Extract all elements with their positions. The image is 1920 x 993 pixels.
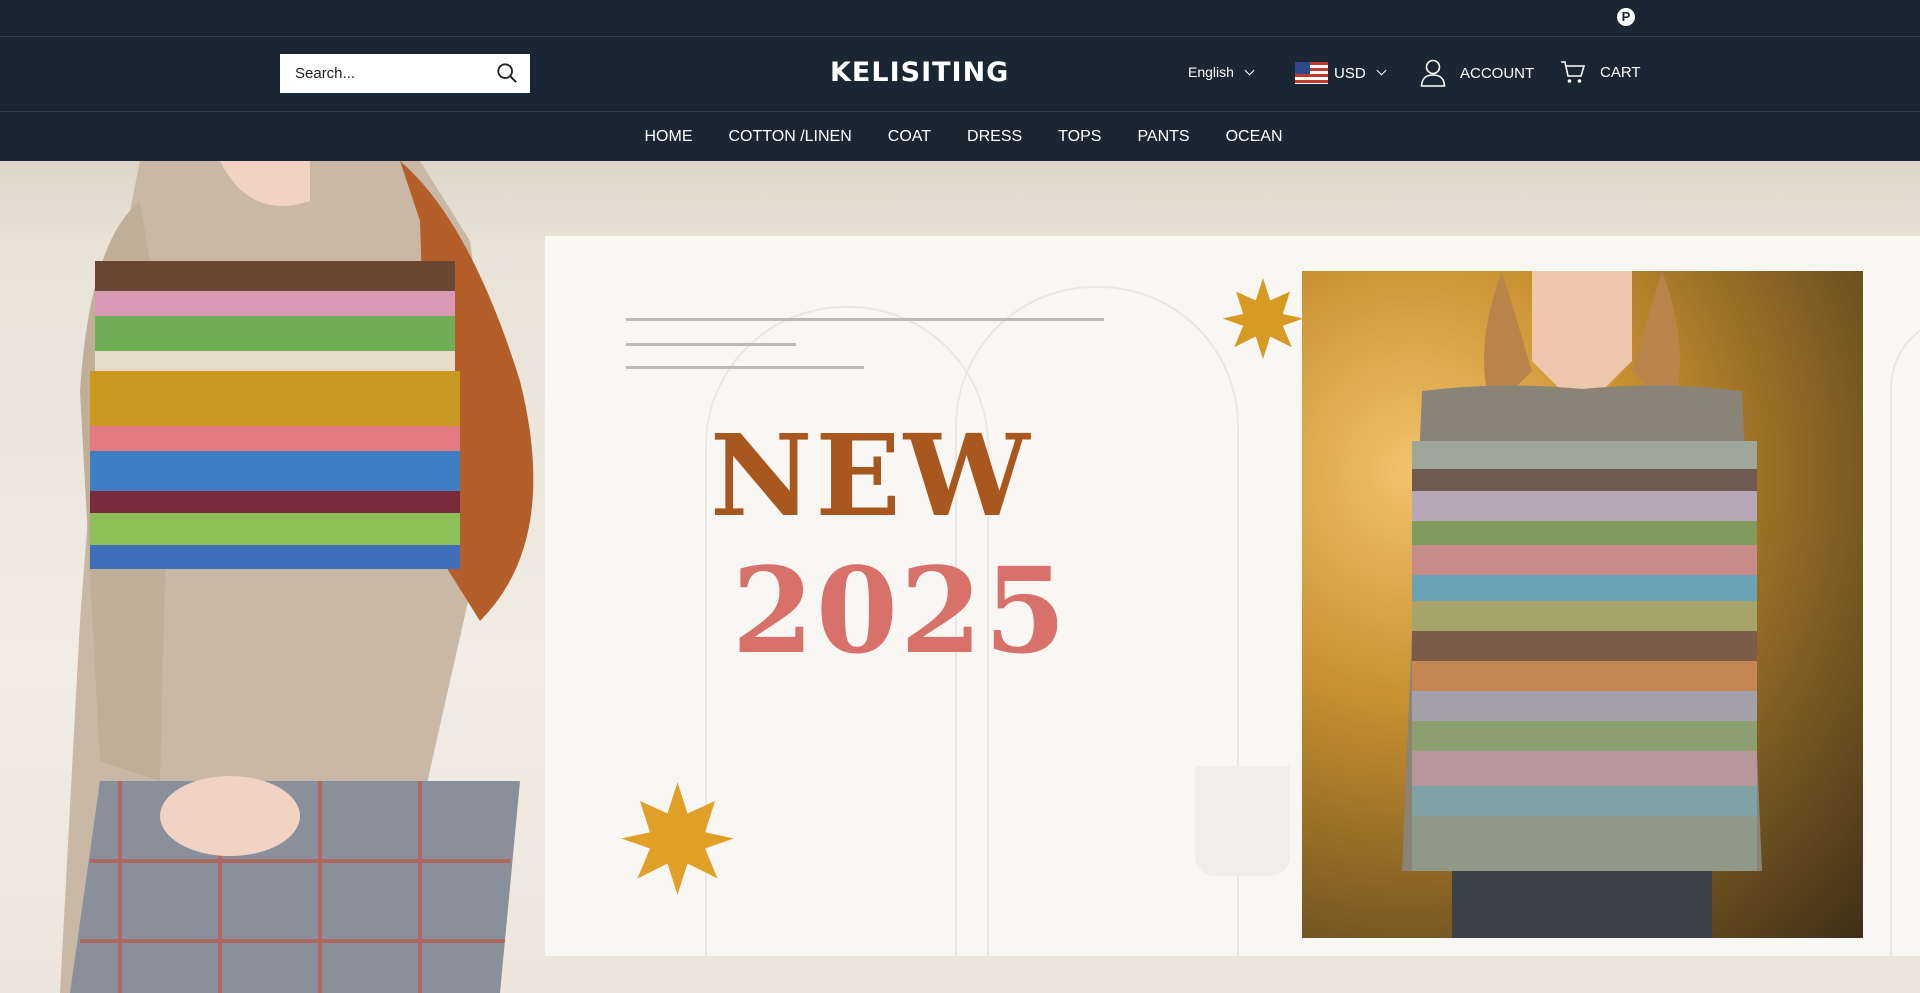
model-photo-right bbox=[1302, 271, 1863, 938]
language-label: English bbox=[1188, 64, 1234, 80]
plant-pot bbox=[1195, 766, 1290, 876]
cart-link[interactable]: CART bbox=[1560, 59, 1641, 85]
nav-coat[interactable]: COAT bbox=[888, 128, 931, 146]
cart-icon bbox=[1561, 61, 1586, 83]
search-icon[interactable] bbox=[496, 62, 518, 84]
hero-year: 2025 bbox=[731, 541, 1069, 680]
nav-dress[interactable]: DRESS bbox=[967, 128, 1022, 146]
account-label: ACCOUNT bbox=[1460, 64, 1535, 82]
account-link[interactable]: ACCOUNT bbox=[1420, 59, 1534, 87]
store-logo[interactable]: KELISITING bbox=[830, 57, 1008, 91]
divider-line bbox=[626, 318, 1104, 321]
nav-pants[interactable]: PANTS bbox=[1137, 128, 1189, 146]
hero-headline: NEW bbox=[710, 411, 1033, 542]
maple-leaf-icon bbox=[1222, 278, 1304, 359]
main-nav: HOME COTTON /LINEN COAT DRESS TOPS PANTS… bbox=[0, 112, 1920, 161]
search-input[interactable] bbox=[293, 54, 487, 93]
nav-cotton-linen[interactable]: COTTON /LINEN bbox=[728, 128, 851, 146]
model-photo-left bbox=[60, 161, 534, 993]
chevron-down-icon bbox=[1244, 65, 1255, 76]
nav-ocean[interactable]: OCEAN bbox=[1226, 128, 1283, 146]
currency-label: USD bbox=[1334, 64, 1366, 82]
divider-line bbox=[626, 366, 864, 369]
currency-selector[interactable]: USD bbox=[1295, 62, 1387, 84]
user-icon bbox=[1420, 59, 1446, 87]
pinterest-icon[interactable]: P bbox=[1617, 8, 1635, 26]
announcement-bar: P bbox=[0, 0, 1920, 37]
arch-decoration bbox=[1890, 316, 1920, 958]
hero-banner[interactable]: NEW 2025 bbox=[0, 161, 1920, 993]
us-flag-icon bbox=[1295, 62, 1328, 84]
language-selector[interactable]: English bbox=[1188, 64, 1255, 80]
cart-label: CART bbox=[1600, 63, 1641, 81]
nav-home[interactable]: HOME bbox=[644, 128, 692, 146]
chevron-down-icon bbox=[1376, 65, 1387, 75]
nav-tops[interactable]: TOPS bbox=[1058, 128, 1101, 146]
site-header: KELISITING English USD ACCOUNT CART bbox=[0, 37, 1920, 112]
search-box bbox=[280, 54, 530, 93]
divider-line bbox=[626, 343, 796, 346]
maple-leaf-icon bbox=[621, 782, 734, 895]
